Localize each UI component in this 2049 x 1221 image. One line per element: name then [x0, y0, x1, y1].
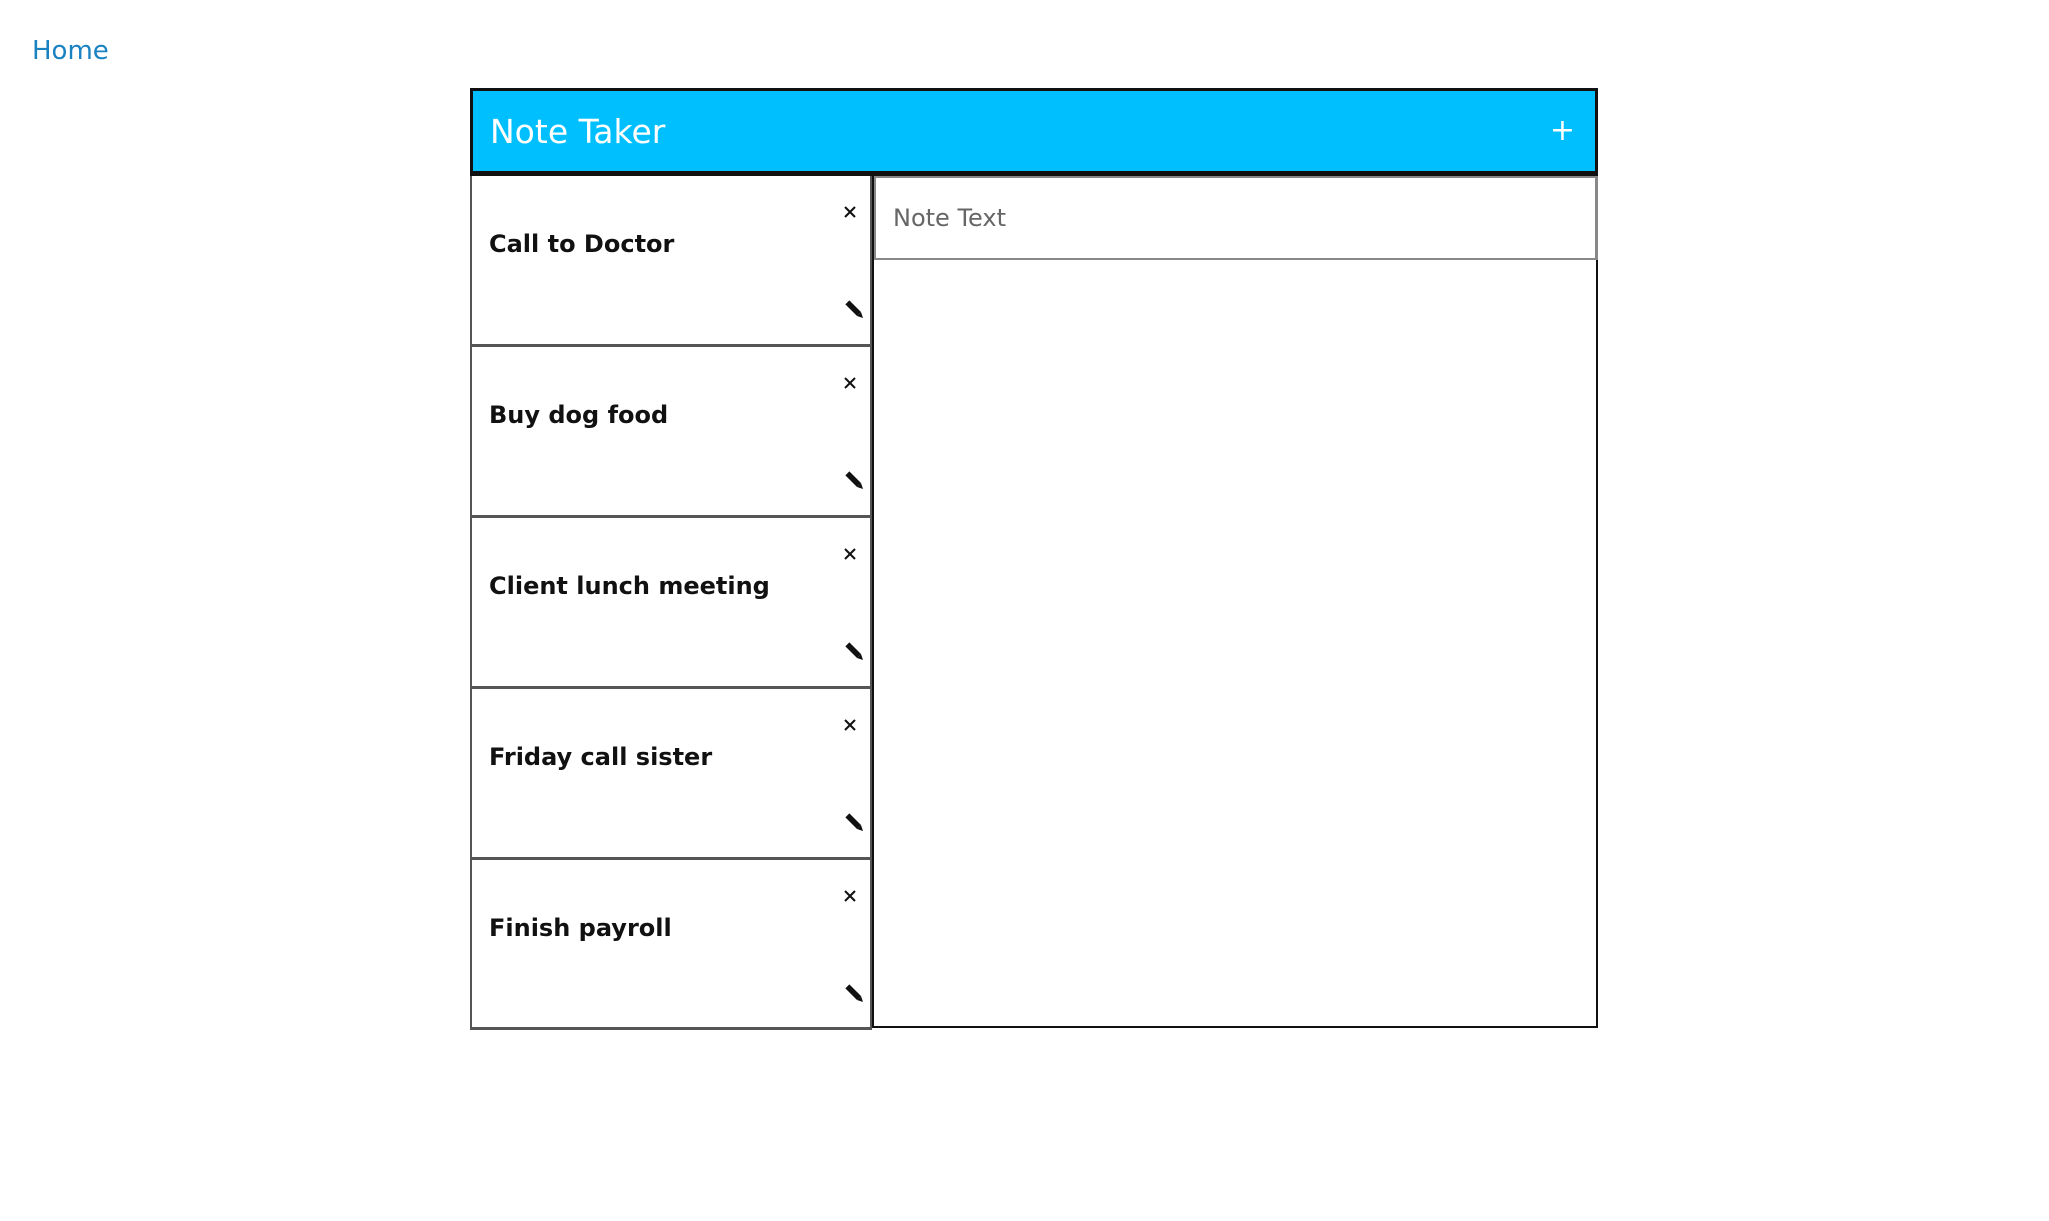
app-title: Note Taker — [490, 111, 666, 151]
note-item-client-lunch-meeting[interactable]: Client lunch meeting — [470, 518, 872, 689]
note-editor — [872, 176, 1598, 1028]
pencil-icon[interactable] — [841, 811, 865, 835]
close-icon[interactable] — [840, 715, 860, 735]
pencil-icon[interactable] — [841, 982, 865, 1006]
close-icon[interactable] — [840, 544, 860, 564]
note-item-buy-dog-food[interactable]: Buy dog food — [470, 347, 872, 518]
pencil-icon[interactable] — [841, 469, 865, 493]
note-title: Call to Doctor — [489, 230, 675, 258]
note-item-call-to-doctor[interactable]: Call to Doctor — [470, 176, 872, 347]
close-icon[interactable] — [840, 886, 860, 906]
home-link[interactable]: Home — [32, 36, 109, 66]
note-title: Buy dog food — [489, 401, 669, 429]
note-text-input[interactable] — [874, 176, 1598, 260]
note-taker-app: Note Taker + Call to Doctor Buy dog food — [470, 88, 1598, 1030]
pencil-icon[interactable] — [841, 298, 865, 322]
add-note-button[interactable]: + — [1550, 116, 1575, 146]
pencil-icon[interactable] — [841, 640, 865, 664]
close-icon[interactable] — [840, 202, 860, 222]
note-item-friday-call-sister[interactable]: Friday call sister — [470, 689, 872, 860]
app-header: Note Taker + — [470, 88, 1598, 176]
note-title: Friday call sister — [489, 743, 713, 771]
note-title: Client lunch meeting — [489, 572, 770, 600]
note-title: Finish payroll — [489, 914, 672, 942]
note-item-finish-payroll[interactable]: Finish payroll — [470, 860, 872, 1030]
note-list: Call to Doctor Buy dog food Client lunch… — [470, 176, 872, 1030]
close-icon[interactable] — [840, 373, 860, 393]
